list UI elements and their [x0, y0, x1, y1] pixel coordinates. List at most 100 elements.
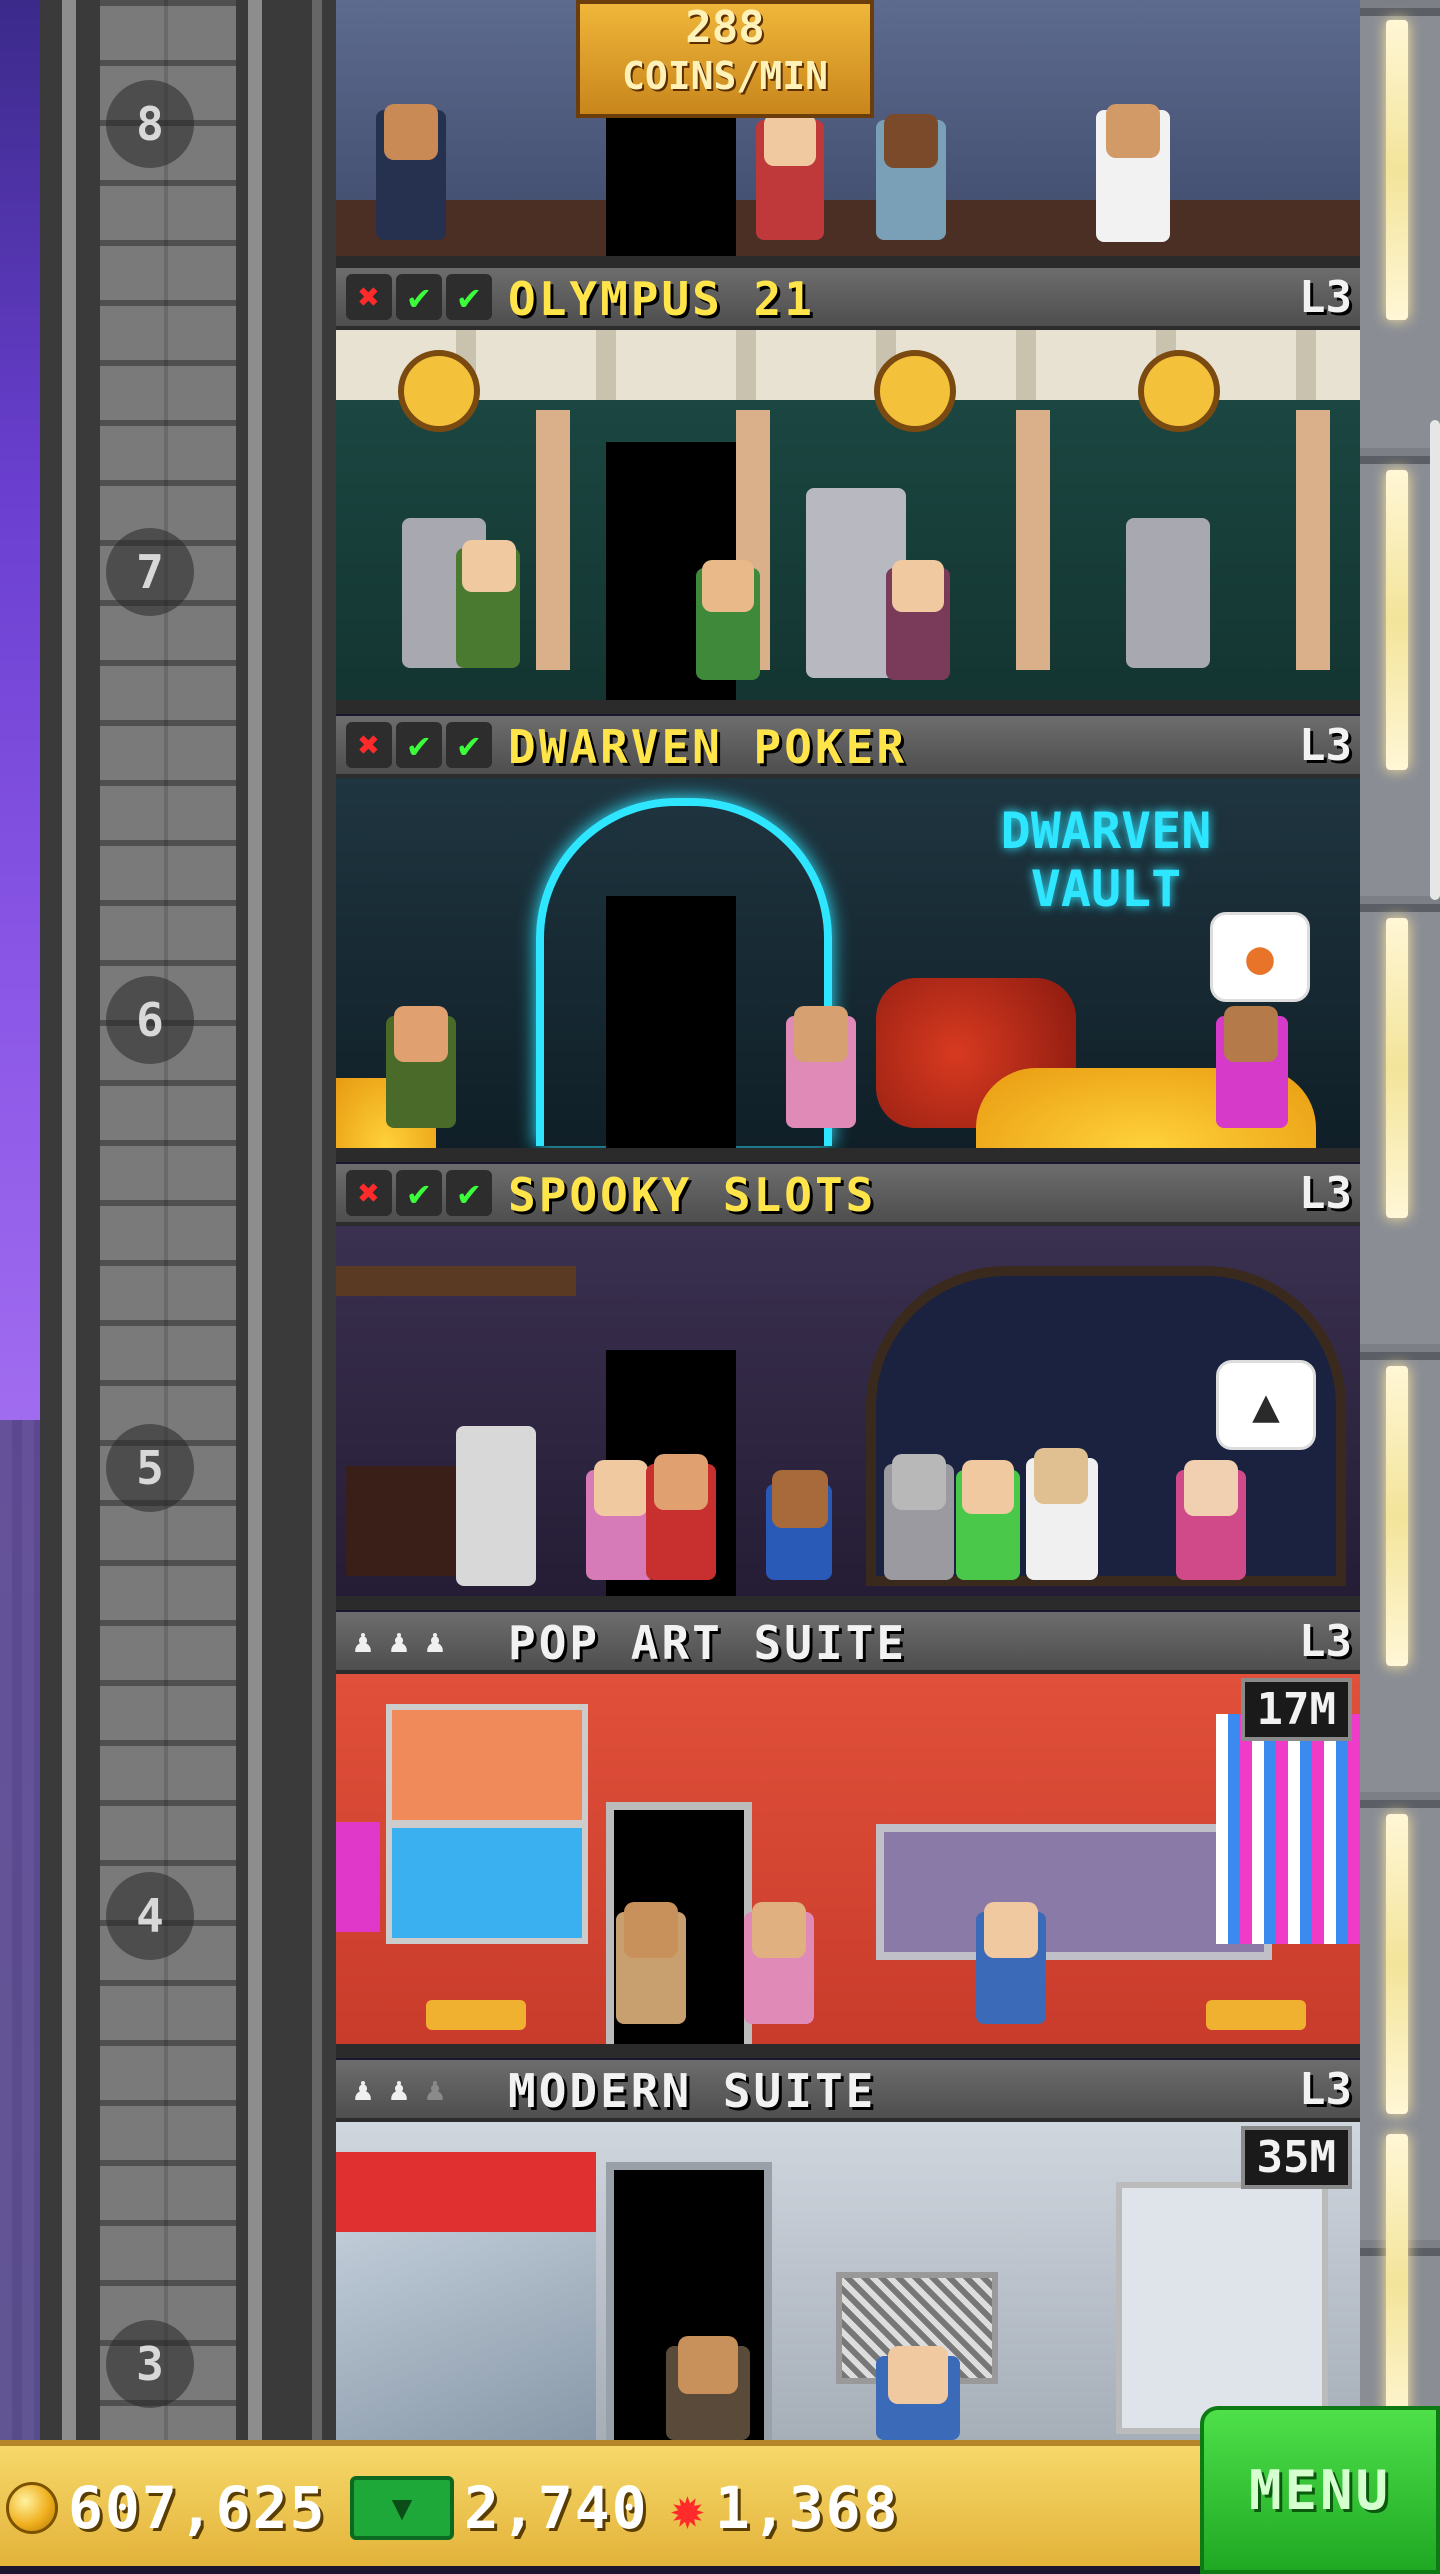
bitizen-speech-bubble[interactable]: ▲ — [1216, 1360, 1316, 1450]
floor-divider — [336, 700, 1360, 714]
floor-title: OLYMPUS 21 — [508, 272, 815, 326]
chef[interactable] — [1096, 104, 1170, 242]
club-emblem-icon — [1138, 350, 1220, 432]
gold-bar — [1206, 2000, 1306, 2030]
floor-header[interactable]: ✖ ✔ ✔ DWARVEN POKER L3 — [336, 716, 1360, 778]
floor-number-6[interactable]: 6 — [106, 976, 194, 1064]
elevator-door — [606, 116, 736, 256]
window-light — [1386, 1366, 1408, 1666]
out-of-stock-icon: ✖ — [346, 274, 392, 320]
bitizen[interactable] — [756, 114, 824, 240]
floor-number-3[interactable]: 3 — [106, 2320, 194, 2408]
bitizen[interactable] — [376, 104, 446, 240]
elevator-shaft[interactable] — [40, 0, 336, 2440]
floor-level: L3 — [1299, 1168, 1352, 1219]
menu-button[interactable]: MENU — [1200, 2406, 1440, 2574]
scrollbar-thumb[interactable] — [1430, 420, 1440, 900]
bitizen[interactable] — [876, 114, 946, 240]
bitizen[interactable] — [456, 540, 520, 668]
rent-price-badge[interactable]: 35M — [1240, 2126, 1352, 2189]
floor-6-dwarven-poker[interactable]: ✖ ✔ ✔ DWARVEN POKER L3 DWARVEN VAULT ● — [336, 716, 1360, 1162]
elevator-door — [606, 896, 736, 1148]
bitizen[interactable] — [616, 1902, 686, 2024]
window-light — [1386, 2134, 1408, 2434]
greek-column — [1296, 410, 1330, 670]
floor-3-room — [336, 2122, 1360, 2440]
window-light — [1386, 1814, 1408, 2114]
slot-attendant[interactable] — [1026, 1448, 1098, 1580]
tokens-value: 1,368 — [714, 2474, 900, 2542]
out-of-stock-icon: ✖ — [346, 1170, 392, 1216]
coins-per-min-badge[interactable]: 288 COINS/MIN — [576, 0, 874, 118]
floor-title: MODERN SUITE — [508, 2064, 877, 2118]
greek-column — [1016, 410, 1050, 670]
bitizen[interactable] — [956, 1460, 1020, 1580]
bitizen[interactable] — [666, 2336, 750, 2440]
elevator-rail — [248, 0, 262, 2440]
bitizen[interactable] — [766, 1470, 832, 1580]
bitizen[interactable] — [976, 1902, 1046, 2024]
bitizen[interactable] — [886, 560, 950, 680]
witch-character-icon: ▲ — [1252, 1378, 1280, 1432]
bitizen[interactable] — [696, 560, 760, 680]
in-stock-icon: ✔ — [396, 722, 442, 768]
in-stock-icon: ✔ — [396, 274, 442, 320]
floor-number-4[interactable]: 4 — [106, 1872, 194, 1960]
floor-header[interactable]: ✖ ✔ ✔ SPOOKY SLOTS L3 — [336, 1164, 1360, 1226]
spade-emblem-icon — [398, 350, 480, 432]
out-of-stock-icon: ✖ — [346, 722, 392, 768]
diamond-emblem-icon — [874, 350, 956, 432]
rent-price-badge[interactable]: 17M — [1240, 1678, 1352, 1741]
floor-8-floorboards — [336, 200, 1360, 256]
floor-header[interactable]: ♟ ♟ ♟ POP ART SUITE L3 — [336, 1612, 1360, 1674]
bitizen[interactable] — [1216, 1006, 1288, 1128]
pop-art-painting — [386, 1822, 588, 1944]
floor-4-pop-art-suite[interactable]: ♟ ♟ ♟ POP ART SUITE L3 17M — [336, 1612, 1360, 2058]
bitizen-speech-bubble[interactable]: ● — [1210, 912, 1310, 1002]
stock-status-icons[interactable]: ✖ ✔ ✔ — [346, 722, 492, 768]
token-gear-icon: ✹ — [670, 2474, 705, 2542]
floor-number-8[interactable]: 8 — [106, 80, 194, 168]
tokens-counter[interactable]: ✹ 1,368 — [670, 2474, 900, 2542]
floor-title: DWARVEN POKER — [508, 720, 908, 774]
in-stock-icon: ✔ — [446, 1170, 492, 1216]
stock-status-icons[interactable]: ✖ ✔ ✔ — [346, 274, 492, 320]
window-light — [1386, 918, 1408, 1218]
resource-bar: 607,625 ▼ 2,740 ✹ 1,368 MENU — [0, 2406, 1440, 2574]
zombie[interactable] — [884, 1454, 954, 1580]
coin-icon — [6, 2482, 58, 2534]
bookshelf — [1116, 2182, 1328, 2434]
glass-window — [336, 2232, 596, 2440]
chandelier — [336, 1266, 576, 1296]
window-light — [1386, 20, 1408, 320]
resident-icon: ♟ — [353, 1622, 373, 1660]
red-wall-panel — [336, 2152, 596, 2232]
orange-character-icon: ● — [1246, 930, 1274, 984]
bitizen[interactable] — [1176, 1460, 1246, 1580]
floor-8-restaurant[interactable]: 288 COINS/MIN — [336, 0, 1360, 270]
floor-level: L3 — [1299, 272, 1352, 323]
coins-per-min-unit: COINS/MIN — [622, 54, 828, 98]
bitizen[interactable] — [876, 2346, 960, 2440]
floor-5-spooky-slots[interactable]: ✖ ✔ ✔ SPOOKY SLOTS L3 ▲ — [336, 1164, 1360, 1610]
floor-header[interactable]: ✖ ✔ ✔ OLYMPUS 21 L3 — [336, 268, 1360, 330]
bitizen[interactable] — [744, 1902, 814, 2024]
in-stock-icon: ✔ — [396, 1170, 442, 1216]
elevator-column — [100, 0, 236, 2440]
floor-header[interactable]: ♟ ♟ ♟ MODERN SUITE L3 — [336, 2060, 1360, 2122]
floor-7-olympus-21[interactable]: ✖ ✔ ✔ OLYMPUS 21 L3 — [336, 268, 1360, 714]
greek-column — [536, 410, 570, 670]
floor-3-modern-suite[interactable]: ♟ ♟ ♟ MODERN SUITE L3 35M — [336, 2060, 1360, 2440]
coins-counter[interactable]: 607,625 — [6, 2474, 326, 2542]
stock-status-icons[interactable]: ✖ ✔ ✔ — [346, 1170, 492, 1216]
floor-divider — [336, 1148, 1360, 1162]
floor-number-7[interactable]: 7 — [106, 528, 194, 616]
bitizen[interactable] — [386, 1006, 456, 1128]
occupancy-indicator: ♟ ♟ ♟ — [348, 2066, 450, 2112]
floor-level: L3 — [1299, 2064, 1352, 2115]
mosaic-wall — [1216, 1714, 1360, 1944]
bitizen[interactable] — [786, 1006, 856, 1128]
bux-counter[interactable]: ▼ 2,740 — [350, 2474, 649, 2542]
floor-number-5[interactable]: 5 — [106, 1424, 194, 1512]
bellhop[interactable] — [646, 1454, 716, 1580]
